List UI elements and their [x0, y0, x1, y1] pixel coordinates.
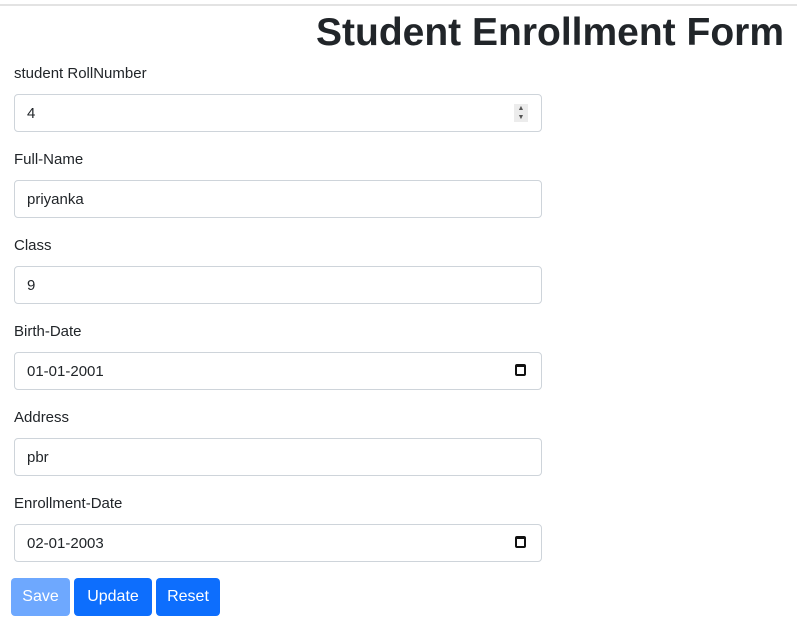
address-label: Address [14, 409, 70, 426]
calendar-icon[interactable] [515, 364, 526, 376]
birth-date-field[interactable] [14, 352, 542, 390]
birth-date-label: Birth-Date [14, 323, 82, 340]
number-spinner-icon[interactable]: ▲ ▼ [514, 104, 528, 122]
calendar-icon[interactable] [515, 536, 526, 548]
full-name-field[interactable] [14, 180, 542, 218]
class-field[interactable] [14, 266, 542, 304]
reset-button[interactable]: Reset [156, 578, 220, 616]
save-button[interactable]: Save [11, 578, 70, 616]
enrollment-date-label: Enrollment-Date [14, 495, 123, 512]
full-name-input[interactable] [27, 181, 497, 217]
address-field[interactable] [14, 438, 542, 476]
class-group: Class [14, 236, 542, 304]
address-input[interactable] [27, 439, 497, 475]
roll-number-label: student RollNumber [14, 65, 147, 82]
page-title: Student Enrollment Form [316, 11, 784, 54]
roll-number-field[interactable]: ▲▼ [14, 94, 542, 132]
address-group: Address [14, 408, 542, 476]
enrollment-date-field[interactable] [14, 524, 542, 562]
roll-number-group: student RollNumber ▲▼ [14, 64, 542, 132]
full-name-label: Full-Name [14, 151, 84, 168]
update-button[interactable]: Update [74, 578, 152, 616]
class-label: Class [14, 237, 52, 254]
top-divider [0, 4, 797, 6]
enrollment-date-group: Enrollment-Date [14, 494, 542, 562]
birth-date-input[interactable] [27, 353, 497, 389]
full-name-group: Full-Name [14, 150, 542, 218]
enrollment-date-input[interactable] [27, 525, 497, 561]
roll-number-input[interactable] [27, 95, 497, 131]
class-input[interactable] [27, 267, 497, 303]
birth-date-group: Birth-Date [14, 322, 542, 390]
